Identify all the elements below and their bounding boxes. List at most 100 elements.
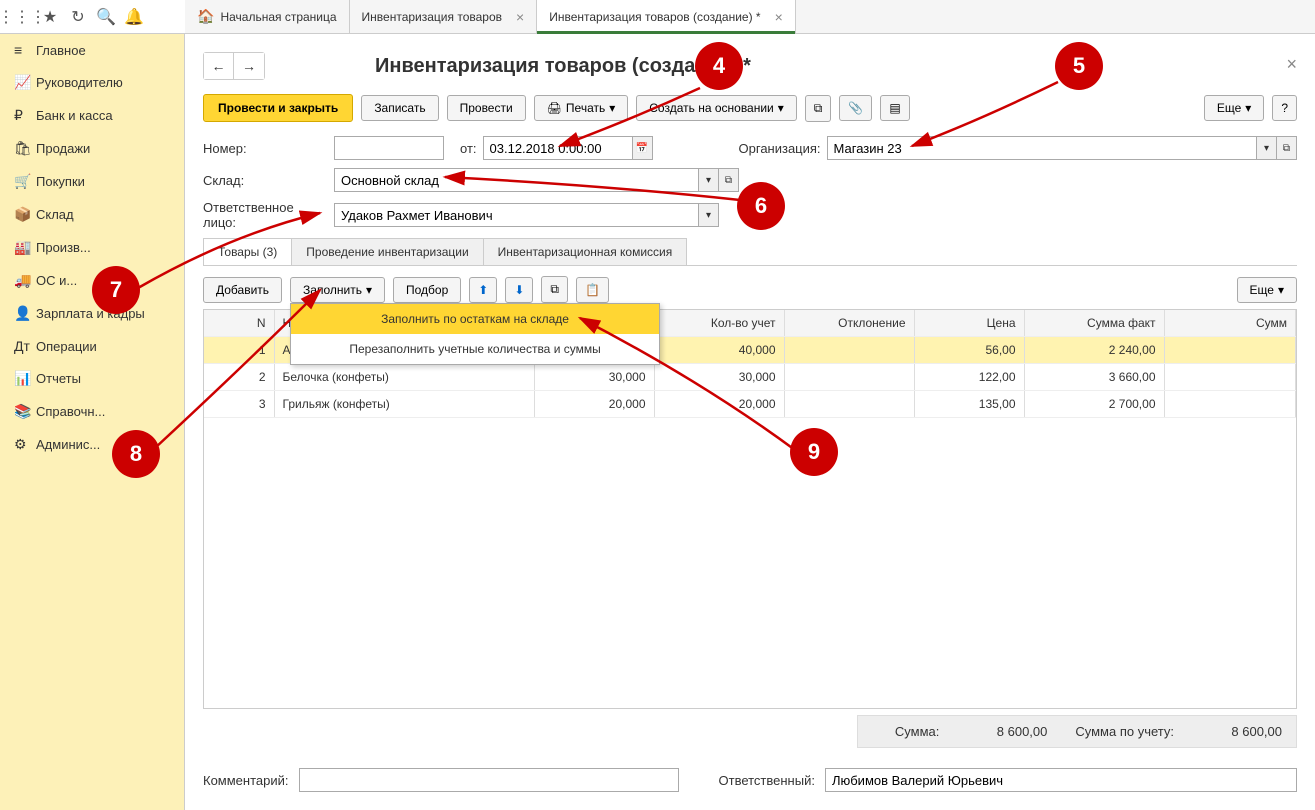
cart-icon: 🛒 [14,173,36,190]
books-icon: 📚 [14,403,36,420]
subtab-process[interactable]: Проведение инвентаризации [291,238,483,265]
title-row: ← → Инвентаризация товаров (создание) * … [203,52,1297,80]
tab-home[interactable]: 🏠 Начальная страница [185,0,350,33]
col-price[interactable]: Цена [914,310,1024,337]
cell-price: 135,00 [914,391,1024,418]
create-based-button[interactable]: Создать на основании ▾ [636,95,797,121]
refill-amounts-item[interactable]: Перезаполнить учетные количества и суммы [291,334,659,364]
cell-name: Грильяж (конфеты) [274,391,534,418]
bell-icon[interactable]: 🔔 [120,3,148,31]
dropdown-icon[interactable]: ▾ [699,168,719,192]
responsible-person-input[interactable] [334,203,699,227]
conduct-button[interactable]: Провести [447,95,526,121]
subtab-goods[interactable]: Товары (3) [203,238,292,265]
tab-inventory-create[interactable]: Инвентаризация товаров (создание) * × [537,0,796,33]
print-label: Печать [566,101,605,115]
col-qty-acc[interactable]: Кол-во учет [654,310,784,337]
cell-sum-fact: 2 240,00 [1024,337,1164,364]
help-button[interactable]: ? [1272,95,1297,121]
sidebar-item-bank[interactable]: ₽Банк и касса [0,99,184,132]
pick-button[interactable]: Подбор [393,277,461,303]
add-button[interactable]: Добавить [203,277,282,303]
fill-button[interactable]: Заполнить ▾ [290,277,385,303]
ops-icon: Дт [14,338,36,354]
sidebar-item-hr[interactable]: 👤Зарплата и кадры [0,297,184,330]
sidebar-item-label: Админис... [36,437,100,452]
table-row[interactable]: 2 Белочка (конфеты) 30,000 30,000 122,00… [204,364,1296,391]
submit-and-close-button[interactable]: Провести и закрыть [203,94,353,122]
dropdown-icon[interactable]: ▾ [699,203,719,227]
footer-row: Комментарий: Ответственный: [203,768,1297,792]
fill-label: Заполнить [303,283,362,297]
cell-sum-acc [1164,337,1296,364]
cell-price: 56,00 [914,337,1024,364]
move-up-button[interactable]: ⬆ [469,277,497,303]
sidebar-item-sales[interactable]: 🛍Продажи [0,132,184,165]
dropdown-icon[interactable]: ▾ [1257,136,1277,160]
list-button[interactable]: ▤ [880,95,909,121]
cell-sum-acc [1164,391,1296,418]
chevron-down-icon: ▾ [1245,101,1251,115]
sidebar-item-label: Руководителю [36,75,123,90]
callout-6: 6 [737,182,785,230]
col-deviation[interactable]: Отклонение [784,310,914,337]
close-icon[interactable]: × [516,9,524,25]
cell-dev [784,364,914,391]
more-button[interactable]: Еще ▾ [1204,95,1264,121]
tab-inventory-list[interactable]: Инвентаризация товаров × [350,0,538,33]
number-input[interactable] [334,136,444,160]
subtabs: Товары (3) Проведение инвентаризации Инв… [203,238,1297,266]
paste-button[interactable]: 📋 [576,277,609,303]
sidebar-item-purchases[interactable]: 🛒Покупки [0,165,184,198]
back-button[interactable]: ← [204,53,234,79]
sidebar-item-operations[interactable]: ДтОперации [0,330,184,362]
main-panel: ← → Инвентаризация товаров (создание) * … [185,34,1315,810]
chevron-down-icon: ▾ [1278,283,1284,297]
open-icon[interactable]: ⧉ [1277,136,1297,160]
move-down-button[interactable]: ⬇ [505,277,533,303]
sidebar-item-main[interactable]: ≡Главное [0,34,184,66]
sidebar-item-warehouse[interactable]: 📦Склад [0,198,184,231]
sidebar-item-manager[interactable]: 📈Руководителю [0,66,184,99]
responsible-person-label: Ответственное лицо: [203,200,328,230]
gear-icon: ⚙ [14,436,36,453]
truck-icon: 🚚 [14,272,36,289]
history-icon[interactable]: ↻ [64,3,92,31]
comment-input[interactable] [299,768,679,792]
org-input[interactable] [827,136,1257,160]
search-icon[interactable]: 🔍 [92,3,120,31]
sidebar-item-label: Отчеты [36,371,81,386]
callout-5: 5 [1055,42,1103,90]
table-row[interactable]: 3 Грильяж (конфеты) 20,000 20,000 135,00… [204,391,1296,418]
cell-n: 2 [204,364,274,391]
fill-dropdown-menu: Заполнить по остаткам на складе Перезапо… [290,303,660,365]
star-icon[interactable]: ★ [36,3,64,31]
table-more-button[interactable]: Еще ▾ [1237,277,1297,303]
chevron-down-icon: ▾ [609,101,615,115]
close-button[interactable]: × [1286,54,1297,75]
goods-table-wrap: N Н Кол-во учет Отклонение Цена Сумма фа… [203,309,1297,709]
sidebar-item-production[interactable]: 🏭Произв... [0,231,184,264]
print-button[interactable]: 🖨Печать ▾ [534,95,629,121]
save-button[interactable]: Записать [361,95,438,121]
copy-button[interactable]: ⧉ [541,276,568,303]
sidebar-item-directories[interactable]: 📚Справочн... [0,395,184,428]
close-icon[interactable]: × [775,9,783,25]
ruble-icon: ₽ [14,107,36,124]
structure-button[interactable]: ⧉ [805,95,832,122]
col-sum-acc[interactable]: Сумм [1164,310,1296,337]
calendar-icon[interactable]: 📅 [633,136,653,160]
date-input[interactable] [483,136,633,160]
apps-icon[interactable]: ⋮⋮⋮ [8,3,36,31]
col-sum-fact[interactable]: Сумма факт [1024,310,1164,337]
forward-button[interactable]: → [234,53,264,79]
warehouse-input[interactable] [334,168,699,192]
factory-icon: 🏭 [14,239,36,256]
responsible-input[interactable] [825,768,1297,792]
sidebar-item-reports[interactable]: 📊Отчеты [0,362,184,395]
open-icon[interactable]: ⧉ [719,168,739,192]
fill-by-stock-item[interactable]: Заполнить по остаткам на складе [291,304,659,334]
col-n[interactable]: N [204,310,274,337]
attach-button[interactable]: 📎 [839,95,872,121]
subtab-commission[interactable]: Инвентаризационная комиссия [483,238,688,265]
